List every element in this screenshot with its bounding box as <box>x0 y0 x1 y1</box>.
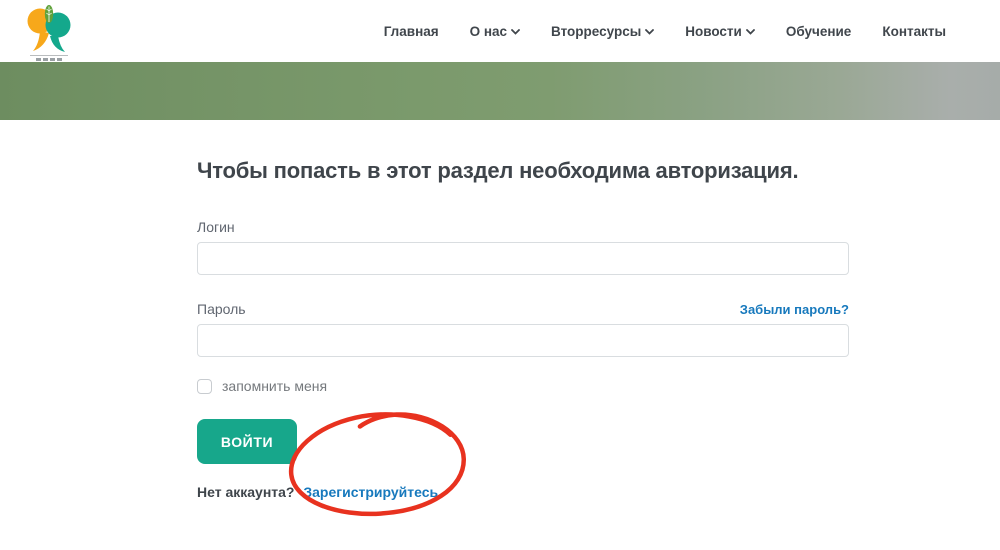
password-field-group: Пароль Забыли пароль? <box>197 301 849 357</box>
nav-item-kontakty[interactable]: Контакты <box>882 24 946 39</box>
remember-me-row: запомнить меня <box>197 378 849 394</box>
chevron-down-icon <box>745 29 755 35</box>
password-label: Пароль <box>197 301 246 317</box>
register-row: Нет аккаунта? Зарегистрируйтесь <box>197 484 849 500</box>
register-link[interactable]: Зарегистрируйтесь <box>303 484 438 500</box>
site-header: Главная О нас Вторресурсы Новости Обучен… <box>0 0 1000 62</box>
login-button[interactable]: ВОЙТИ <box>197 419 297 464</box>
nav-item-obuchenie[interactable]: Обучение <box>786 24 851 39</box>
logo-99-icon <box>27 4 71 52</box>
remember-checkbox[interactable] <box>197 378 212 394</box>
nav-item-vtorresursy[interactable]: Вторресурсы <box>551 24 655 39</box>
logo-caption <box>30 54 68 61</box>
nav-item-o-nas[interactable]: О нас <box>470 24 520 39</box>
chevron-down-icon <box>511 29 520 35</box>
hero-banner-image <box>0 62 1000 120</box>
no-account-text: Нет аккаунта? <box>197 484 295 500</box>
auth-heading: Чтобы попасть в этот раздел необходима а… <box>197 158 799 183</box>
login-label: Логин <box>197 219 235 235</box>
site-logo[interactable] <box>24 4 74 61</box>
login-field-group: Логин <box>197 219 849 275</box>
nav-item-novosti[interactable]: Новости <box>685 24 755 39</box>
password-input[interactable] <box>197 324 849 357</box>
auth-section: Чтобы попасть в этот раздел необходима а… <box>197 158 849 500</box>
nav-item-glavnaya[interactable]: Главная <box>384 24 439 39</box>
forgot-password-link[interactable]: Забыли пароль? <box>740 302 849 317</box>
login-input[interactable] <box>197 242 849 275</box>
remember-label: запомнить меня <box>222 378 328 394</box>
main-nav: Главная О нас Вторресурсы Новости Обучен… <box>384 24 946 39</box>
chevron-down-icon <box>645 29 655 35</box>
